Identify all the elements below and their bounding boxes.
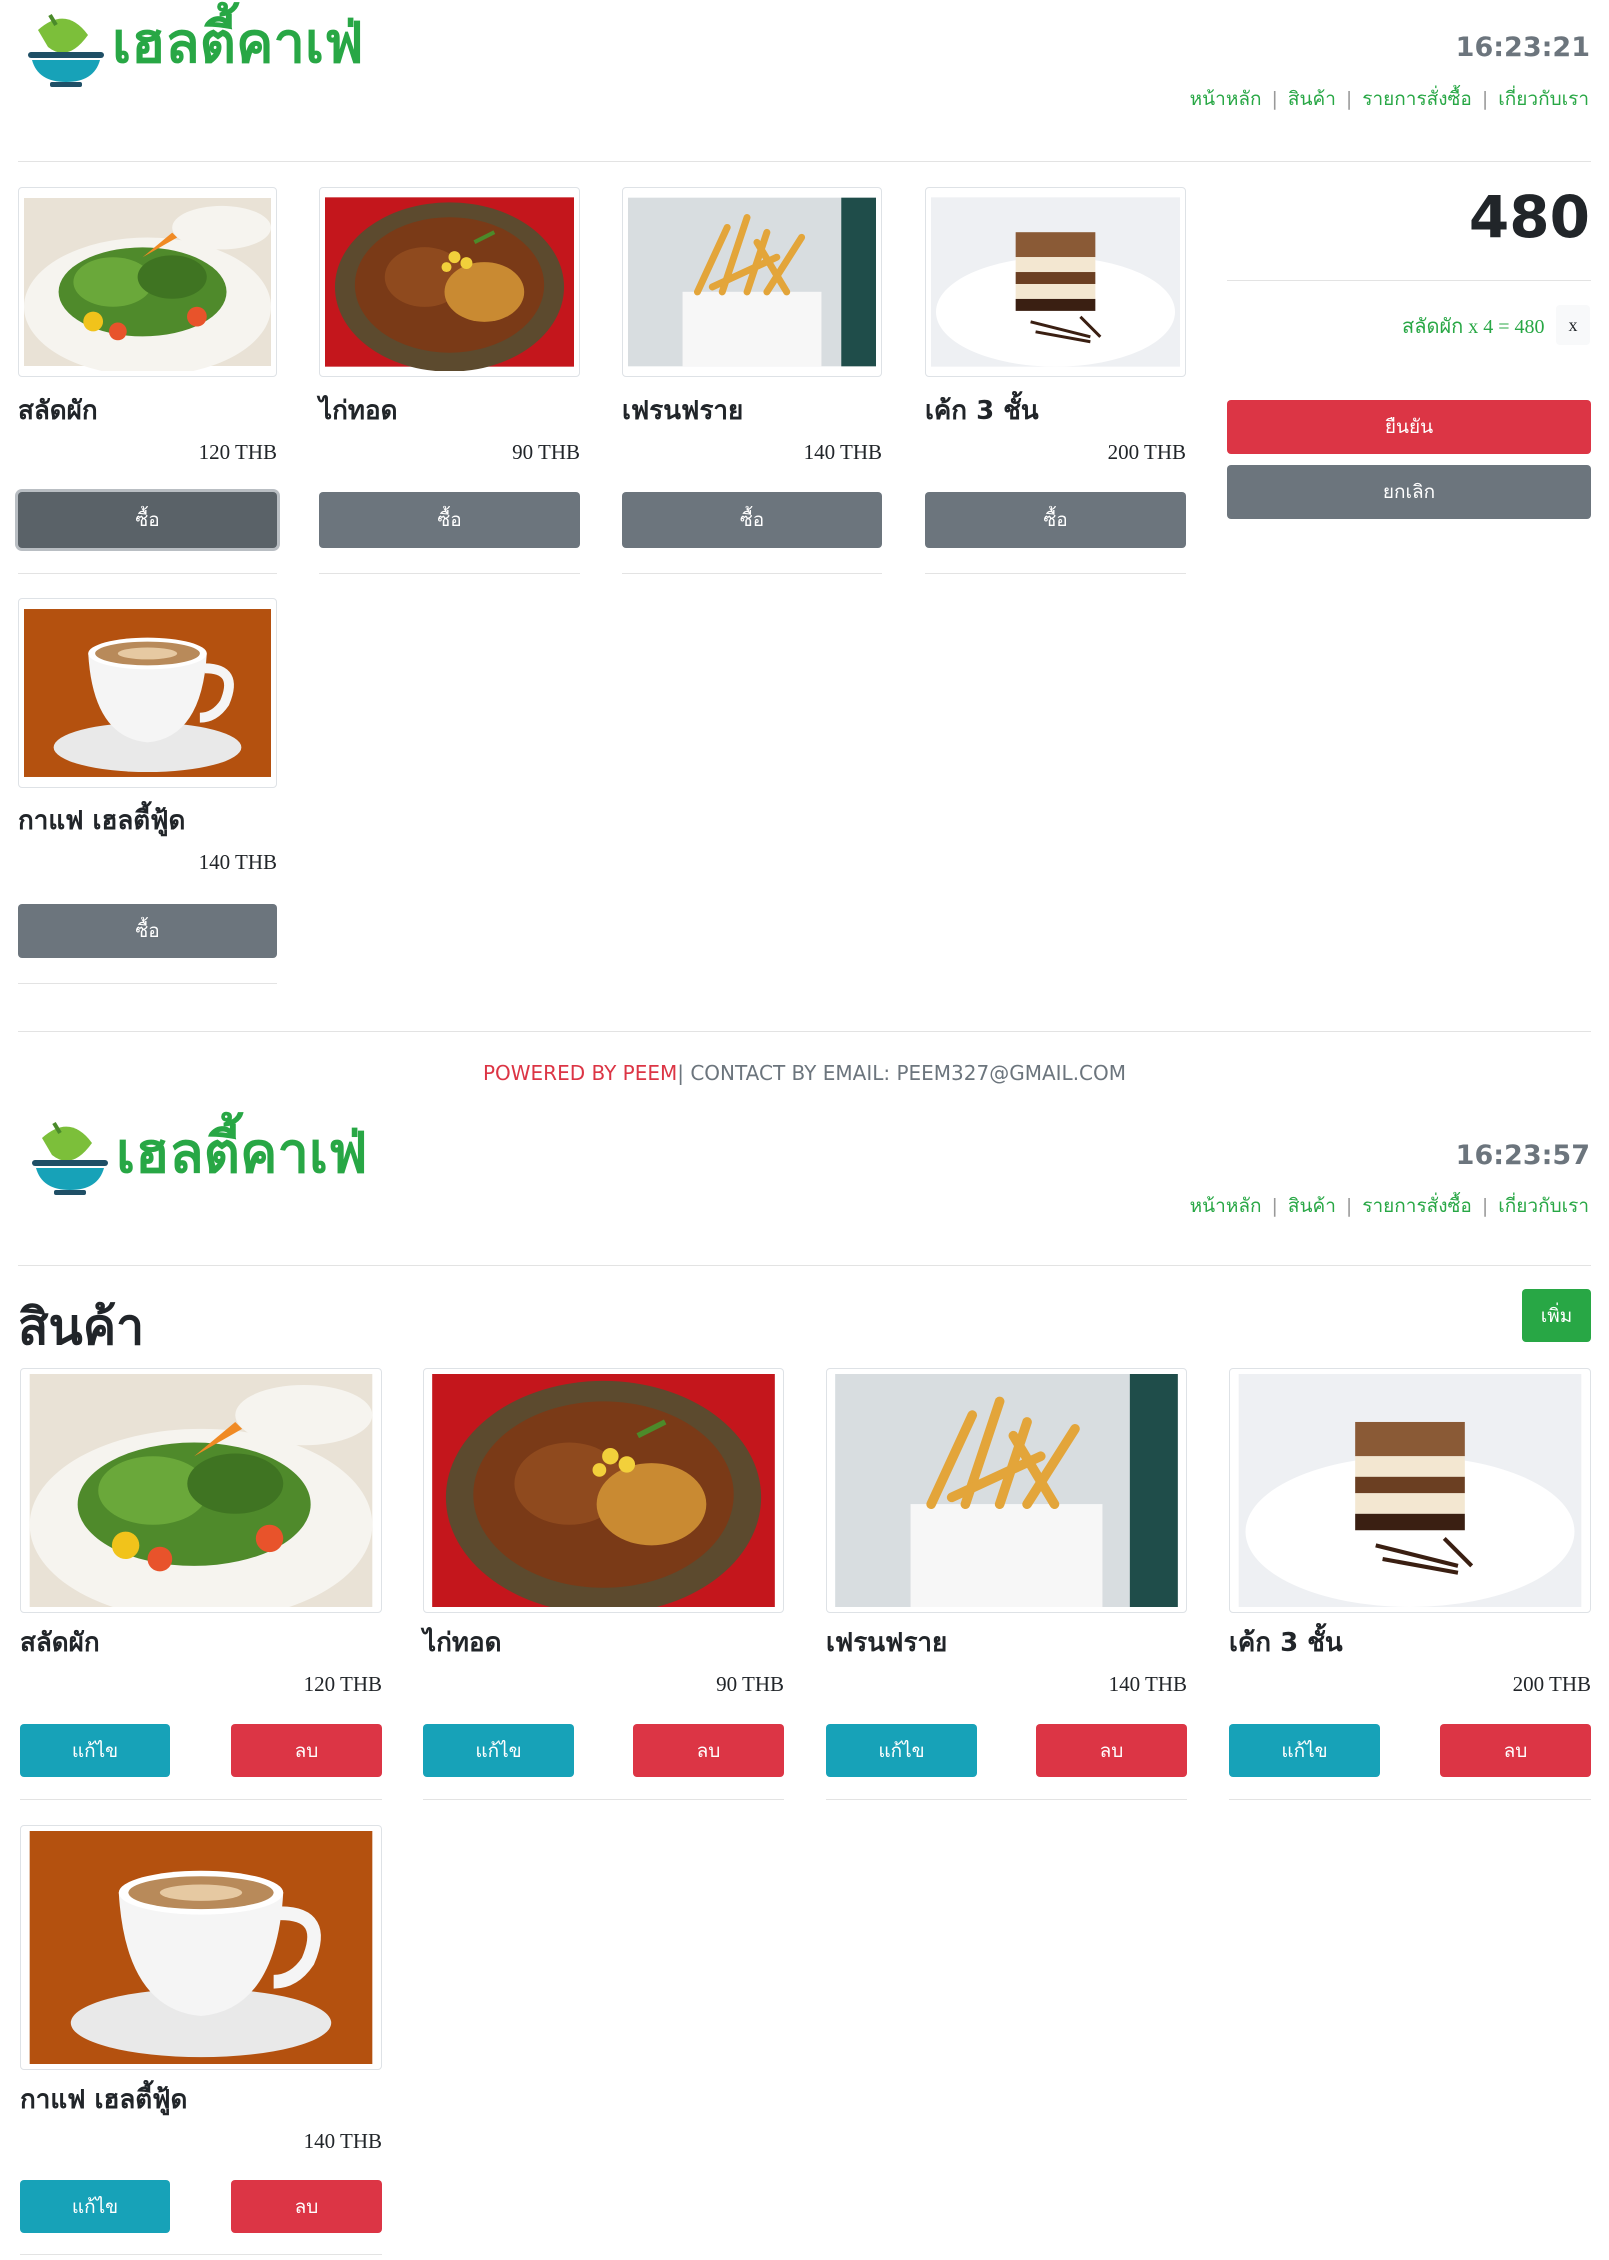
nav-about[interactable]: เกี่ยวกับเรา [1498, 1195, 1589, 1217]
product-name: สลัดผัก [20, 1628, 100, 1658]
card-divider [18, 573, 277, 574]
card-divider [622, 573, 882, 574]
confirm-button[interactable]: ยืนยัน [1227, 400, 1591, 454]
main-nav: หน้าหลัก | สินค้า | รายการสั่งซื้อ | เกี่ยวกับ… [1190, 84, 1589, 114]
header-divider [18, 161, 1591, 162]
product-name: กาแฟ เฮลตี้ฟู้ด [20, 2085, 188, 2115]
cancel-button[interactable]: ยกเลิก [1227, 465, 1591, 519]
nav-orders[interactable]: รายการสั่งซื้อ [1362, 1195, 1472, 1217]
nav-orders[interactable]: รายการสั่งซื้อ [1362, 88, 1472, 110]
product-price: 90 THB [716, 1672, 784, 1696]
product-image-fries [622, 187, 882, 377]
powered-by: POWERED BY PEEM [482, 1061, 678, 1085]
product-name: เฟรนฟราย [622, 396, 744, 426]
buy-button[interactable]: ซื้อ [622, 492, 882, 548]
product-image-fries [826, 1368, 1187, 1613]
cart-total: 480 [1468, 183, 1590, 251]
main-nav: หน้าหลัก | สินค้า | รายการสั่งซื้อ | เกี่ยวกับ… [1190, 1191, 1589, 1221]
nav-separator: | [1271, 88, 1278, 110]
product-price: 140 THB [1108, 1672, 1187, 1696]
product-price: 200 THB [1512, 1672, 1591, 1696]
product-name: เฟรนฟราย [826, 1628, 948, 1658]
logo[interactable] [26, 10, 106, 90]
card-divider [20, 2254, 382, 2255]
nav-separator: | [1481, 88, 1489, 110]
card-divider [925, 573, 1186, 574]
nav-about[interactable]: เกี่ยวกับเรา [1498, 88, 1589, 110]
delete-button[interactable]: ลบ [633, 1724, 784, 1777]
card-divider [319, 573, 580, 574]
nav-separator: | [1481, 1195, 1489, 1217]
product-price: 120 THB [198, 440, 277, 464]
page-title: สินค้า [18, 1298, 145, 1356]
product-name: สลัดผัก [18, 396, 98, 426]
nav-home[interactable]: หน้าหลัก [1190, 88, 1262, 110]
edit-button[interactable]: แก้ไข [826, 1724, 977, 1777]
card-divider [18, 983, 277, 984]
brand-name[interactable]: เฮลตี้คาเฟ่ [112, 16, 364, 72]
cart-item: สลัดผัก x 4 = 480 [1402, 316, 1545, 338]
nav-separator: | [1345, 1195, 1353, 1217]
product-image-chicken [319, 187, 580, 377]
product-name: ไก่ทอด [423, 1628, 502, 1658]
product-name: เค้ก 3 ชั้น [925, 396, 1039, 426]
product-price: 140 THB [198, 850, 277, 874]
buy-button[interactable]: ซื้อ [18, 492, 277, 548]
clock: 16:23:21 [1455, 32, 1590, 63]
product-image-salad [18, 187, 277, 377]
product-name: กาแฟ เฮลตี้ฟู้ด [18, 806, 186, 836]
add-product-button[interactable]: เพิ่ม [1522, 1289, 1591, 1342]
remove-item-button[interactable]: x [1556, 305, 1590, 345]
delete-button[interactable]: ลบ [1036, 1724, 1187, 1777]
clock: 16:23:57 [1455, 1140, 1590, 1171]
nav-home[interactable]: หน้าหลัก [1190, 1195, 1262, 1217]
delete-button[interactable]: ลบ [231, 1724, 382, 1777]
edit-button[interactable]: แก้ไข [1229, 1724, 1380, 1777]
nav-products[interactable]: สินค้า [1288, 88, 1336, 110]
nav-products[interactable]: สินค้า [1288, 1195, 1336, 1217]
product-image-salad [20, 1368, 382, 1613]
product-image-cake [925, 187, 1186, 377]
nav-separator: | [1345, 88, 1353, 110]
product-price: 200 THB [1107, 440, 1186, 464]
cart-divider [1227, 280, 1591, 281]
product-image-chicken [423, 1368, 784, 1613]
product-image-coffee [20, 1825, 382, 2070]
edit-button[interactable]: แก้ไข [20, 2180, 170, 2233]
product-price: 140 THB [303, 2129, 382, 2153]
edit-button[interactable]: แก้ไข [20, 1724, 170, 1777]
card-divider [20, 1799, 382, 1800]
header-divider [18, 1265, 1591, 1266]
footer-divider [18, 1031, 1591, 1032]
product-image-coffee [18, 598, 277, 788]
product-name: ไก่ทอด [319, 396, 398, 426]
product-image-cake [1229, 1368, 1591, 1613]
nav-separator: | [1271, 1195, 1278, 1217]
buy-button[interactable]: ซื้อ [925, 492, 1186, 548]
product-price: 140 THB [803, 440, 882, 464]
delete-button[interactable]: ลบ [231, 2180, 382, 2233]
product-price: 90 THB [512, 440, 580, 464]
brand-name[interactable]: เฮลตี้คาเฟ่ [116, 1126, 368, 1182]
product-price: 120 THB [303, 1672, 382, 1696]
product-name: เค้ก 3 ชั้น [1229, 1628, 1343, 1658]
card-divider [423, 1799, 784, 1800]
delete-button[interactable]: ลบ [1440, 1724, 1591, 1777]
buy-button[interactable]: ซื้อ [18, 904, 277, 958]
card-divider [1229, 1799, 1591, 1800]
buy-button[interactable]: ซื้อ [319, 492, 580, 548]
contact-email: | CONTACT BY EMAIL: PEEM327@GMAIL.COM [677, 1061, 1127, 1085]
footer: POWERED BY PEEM| CONTACT BY EMAIL: PEEM3… [0, 1061, 1609, 1085]
card-divider [826, 1799, 1187, 1800]
bowl-logo-icon [30, 1118, 110, 1198]
logo[interactable] [30, 1118, 110, 1198]
bowl-logo-icon [26, 10, 106, 90]
edit-button[interactable]: แก้ไข [423, 1724, 574, 1777]
